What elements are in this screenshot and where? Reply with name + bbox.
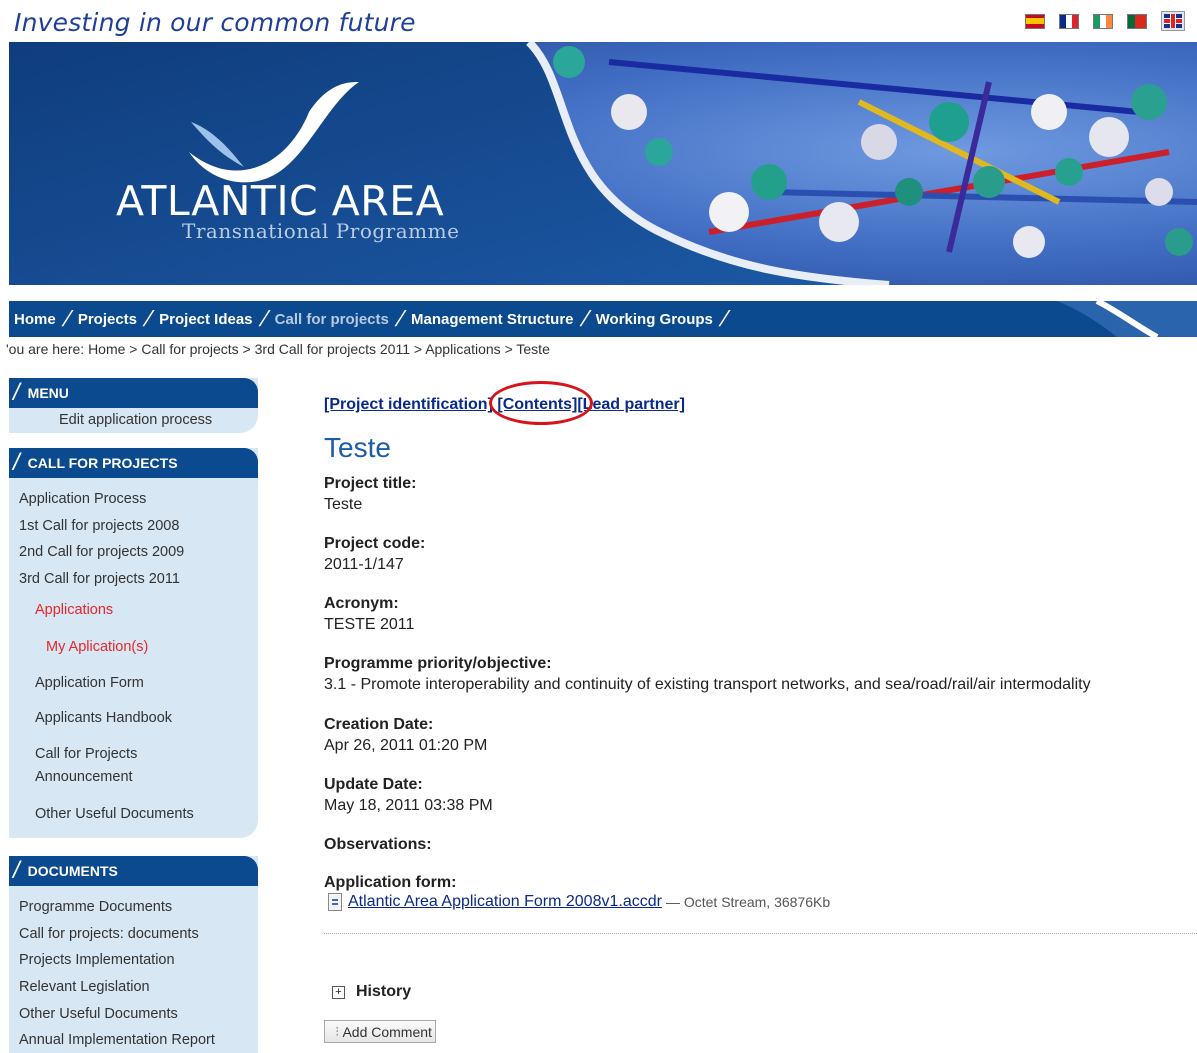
slash-icon: / <box>13 379 20 406</box>
expand-icon[interactable]: + <box>332 985 345 999</box>
spanish-flag-icon[interactable] <box>1025 13 1045 29</box>
sidebar-item-2nd-call[interactable]: 2nd Call for projects 2009 <box>19 544 184 560</box>
site-tagline: Investing in our common future <box>14 8 416 37</box>
tab-lead-partner[interactable]: [Lead partner] <box>577 396 685 413</box>
sidebar-item-1st-call[interactable]: 1st Call for projects 2008 <box>19 518 179 534</box>
history-label: History <box>356 983 412 1000</box>
history-toggle[interactable]: + History <box>332 983 411 1001</box>
breadcrumb-applications[interactable]: Applications <box>425 341 501 357</box>
portuguese-flag-icon[interactable] <box>1127 13 1147 29</box>
nav-separator-icon: / <box>579 306 590 331</box>
sidebar-call-panel: / CALL FOR PROJECTS Application Process 1… <box>9 448 258 838</box>
sidebar-item-edit-application-process[interactable]: Edit application process <box>59 412 212 428</box>
nav-home[interactable]: Home / <box>14 306 78 332</box>
field-label-acronym: Acronym: <box>324 595 399 612</box>
irish-flag-icon[interactable] <box>1093 13 1113 29</box>
attachment-meta: — Octet Stream, 36876Kb <box>665 894 831 910</box>
nav-projects[interactable]: Projects / <box>78 306 159 332</box>
breadcrumb-home[interactable]: Home <box>88 341 125 357</box>
field-label-update-date: Update Date: <box>324 776 423 793</box>
nav-separator-icon: / <box>61 306 73 331</box>
sidebar-item-projects-implementation[interactable]: Projects Implementation <box>19 952 175 968</box>
field-value-priority: 3.1 - Promote interoperability and conti… <box>324 676 1091 693</box>
brand-subtitle: Transnational Programme <box>182 219 460 243</box>
brand-name: ATLANTIC AREA <box>116 177 445 225</box>
breadcrumb-3rd-call[interactable]: 3rd Call for projects 2011 <box>255 341 410 357</box>
sidebar-item-3rd-call[interactable]: 3rd Call for projects 2011 <box>19 571 180 587</box>
nav-call-for-projects[interactable]: Call for projects / <box>275 306 411 332</box>
sidebar-item-my-applications[interactable]: My Aplication(s) <box>46 639 148 655</box>
field-label-observations: Observations: <box>324 836 432 853</box>
sidebar-item-application-process[interactable]: Application Process <box>19 491 146 507</box>
sidebar-item-call-announcement[interactable]: Call for Projects <box>35 746 137 762</box>
nav-separator-icon: / <box>142 306 154 331</box>
slash-icon: / <box>13 857 20 884</box>
page-title: Teste <box>324 432 391 463</box>
main-nav: Home / Projects / Project Ideas / Call for … <box>9 301 1197 337</box>
add-comment-button[interactable]: ⁝ Add Comment <box>324 1020 436 1043</box>
field-label-project-title: Project title: <box>324 475 417 492</box>
sidebar-item-call-documents[interactable]: Call for projects: documents <box>19 926 199 942</box>
uk-flag-icon[interactable] <box>1161 11 1185 31</box>
sidebar-item-programme-documents[interactable]: Programme Documents <box>19 899 172 915</box>
breadcrumb: 'ou are here: Home > Call for projects >… <box>6 341 550 357</box>
sidebar-menu-header: / MENU <box>9 378 258 408</box>
field-label-priority: Programme priority/objective: <box>324 655 552 672</box>
breadcrumb-call-for-projects[interactable]: Call for projects <box>141 341 238 357</box>
annotation-highlight-circle <box>489 381 593 425</box>
sidebar-documents-panel: / DOCUMENTS Programme Documents Call for … <box>9 856 258 1053</box>
tab-project-identification[interactable]: [Project identification] <box>324 396 493 413</box>
comment-icon: ⁝ <box>335 1023 340 1039</box>
sidebar-item-other-useful-documents-2[interactable]: Other Useful Documents <box>19 1006 178 1022</box>
field-label-application-form: Application form: <box>324 874 457 891</box>
sidebar-item-applicants-handbook[interactable]: Applicants Handbook <box>35 710 172 726</box>
sidebar-item-annual-implementation-report[interactable]: Annual Implementation Report <box>19 1032 215 1048</box>
breadcrumb-prefix: 'ou are here: <box>6 341 85 357</box>
sidebar-menu-panel: / MENU Edit application process <box>9 378 258 433</box>
sidebar-item-call-announcement-line2[interactable]: Announcement <box>35 769 133 785</box>
slash-icon: / <box>13 449 20 476</box>
sidebar-item-application-form[interactable]: Application Form <box>35 675 144 691</box>
language-flags <box>1025 11 1185 31</box>
breadcrumb-current: Teste <box>516 341 550 357</box>
attachment-link[interactable]: Atlantic Area Application Form 2008v1.ac… <box>348 893 662 911</box>
nav-management-structure[interactable]: Management Structure / <box>411 306 596 332</box>
file-icon <box>328 893 342 911</box>
field-label-project-code: Project code: <box>324 535 426 552</box>
nav-separator-icon: / <box>394 306 406 331</box>
separator <box>324 933 1197 934</box>
nav-separator-icon: / <box>718 306 730 331</box>
sidebar-item-relevant-legislation[interactable]: Relevant Legislation <box>19 979 150 995</box>
nav-project-ideas[interactable]: Project Ideas / <box>159 306 275 332</box>
field-value-project-code: 2011-1/147 <box>324 556 404 573</box>
field-value-project-title: Teste <box>324 496 363 513</box>
nav-curve-decoration <box>1057 301 1197 337</box>
french-flag-icon[interactable] <box>1059 13 1079 29</box>
field-value-update-date: May 18, 2011 03:38 PM <box>324 797 493 814</box>
sidebar-documents-header: / DOCUMENTS <box>9 856 258 886</box>
field-label-creation-date: Creation Date: <box>324 716 434 733</box>
sidebar-item-other-useful-documents[interactable]: Other Useful Documents <box>35 806 194 822</box>
site-banner: ATLANTIC AREA Transnational Programme <box>9 42 1197 285</box>
field-value-creation-date: Apr 26, 2011 01:20 PM <box>324 737 488 754</box>
attachment-row: Atlantic Area Application Form 2008v1.ac… <box>328 893 830 911</box>
sidebar-item-applications[interactable]: Applications <box>35 602 113 618</box>
field-value-acronym: TESTE 2011 <box>324 616 415 633</box>
banner-artwork <box>9 42 1197 285</box>
nav-separator-icon: / <box>258 306 269 331</box>
nav-working-groups[interactable]: Working Groups / <box>596 306 735 332</box>
sidebar-call-header: / CALL FOR PROJECTS <box>9 448 258 478</box>
